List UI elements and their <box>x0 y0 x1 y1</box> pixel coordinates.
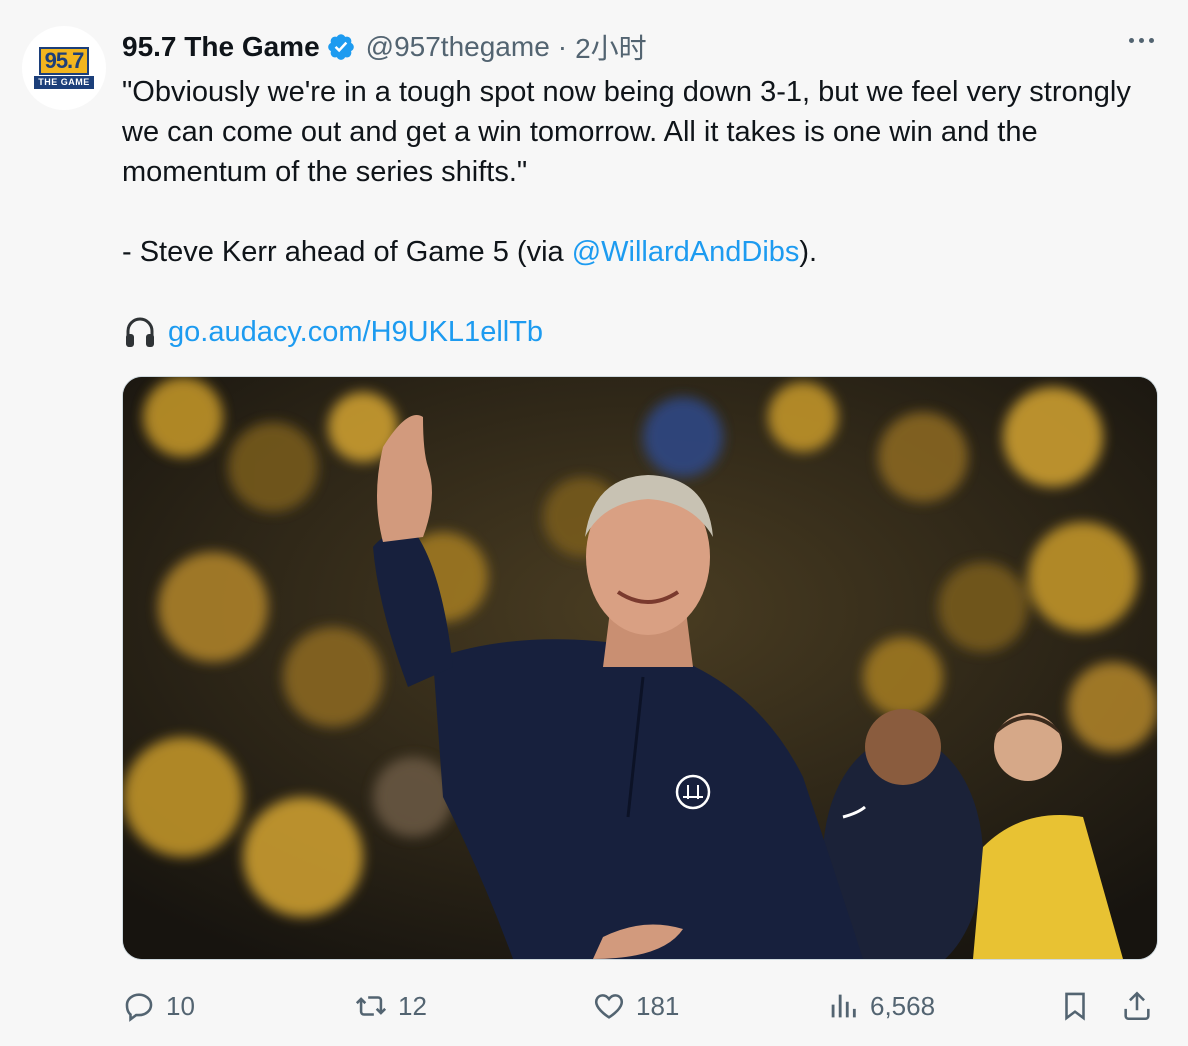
bookmark-icon <box>1065 992 1085 1021</box>
tweet-text: "Obviously we're in a tough spot now bei… <box>122 72 1132 352</box>
bookmark-button[interactable] <box>1058 989 1092 1023</box>
external-link[interactable]: go.audacy.com/H9UKL1ellTb <box>168 312 543 352</box>
more-options-icon[interactable] <box>1129 38 1154 43</box>
quote-text: "Obviously we're in a tough spot now bei… <box>122 76 1131 188</box>
headphones-icon <box>126 317 154 347</box>
reply-icon <box>125 993 153 1022</box>
share-icon <box>1124 991 1150 1021</box>
separator-dot: · <box>557 31 568 62</box>
like-button[interactable]: 181 <box>592 989 679 1023</box>
tweet-photo[interactable] <box>122 376 1158 960</box>
retweet-count: 12 <box>398 990 427 1021</box>
tweet-card[interactable]: 95.7 THE GAME 95.7 The Game @957thegame … <box>0 0 1188 1046</box>
verified-badge-icon <box>326 32 356 62</box>
mention-link[interactable]: @WillardAndDibs <box>572 236 800 268</box>
tweet-header: 95.7 The Game @957thegame · 2小时 <box>122 28 647 66</box>
avatar[interactable]: 95.7 THE GAME <box>22 26 106 110</box>
view-count: 6,568 <box>870 990 936 1021</box>
attribution-prefix: - Steve Kerr ahead of Game 5 (via <box>122 236 572 268</box>
display-name[interactable]: 95.7 The Game <box>122 31 320 63</box>
views-chart-icon <box>831 994 856 1018</box>
logo-subtitle: THE GAME <box>34 76 94 89</box>
reply-count: 10 <box>166 990 195 1021</box>
timestamp[interactable]: 2小时 <box>575 27 647 67</box>
reply-button[interactable]: 10 <box>122 989 195 1023</box>
action-bar: 10 12 181 6,568 <box>122 984 1162 1028</box>
handle[interactable]: @957thegame <box>366 31 550 63</box>
views-button[interactable]: 6,568 <box>826 989 935 1023</box>
attribution-suffix: ). <box>799 236 818 268</box>
retweet-icon <box>355 996 387 1016</box>
like-count: 181 <box>636 990 680 1021</box>
attribution-line: - Steve Kerr ahead of Game 5 (via @Willa… <box>122 232 1132 272</box>
station-logo: 95.7 THE GAME <box>34 47 94 89</box>
share-button[interactable] <box>1120 989 1154 1023</box>
retweet-button[interactable]: 12 <box>354 989 427 1023</box>
heart-icon <box>594 994 624 1019</box>
logo-number: 95.7 <box>38 47 90 75</box>
audio-link-line: go.audacy.com/H9UKL1ellTb <box>122 312 1132 352</box>
coach-photo <box>123 377 1157 959</box>
